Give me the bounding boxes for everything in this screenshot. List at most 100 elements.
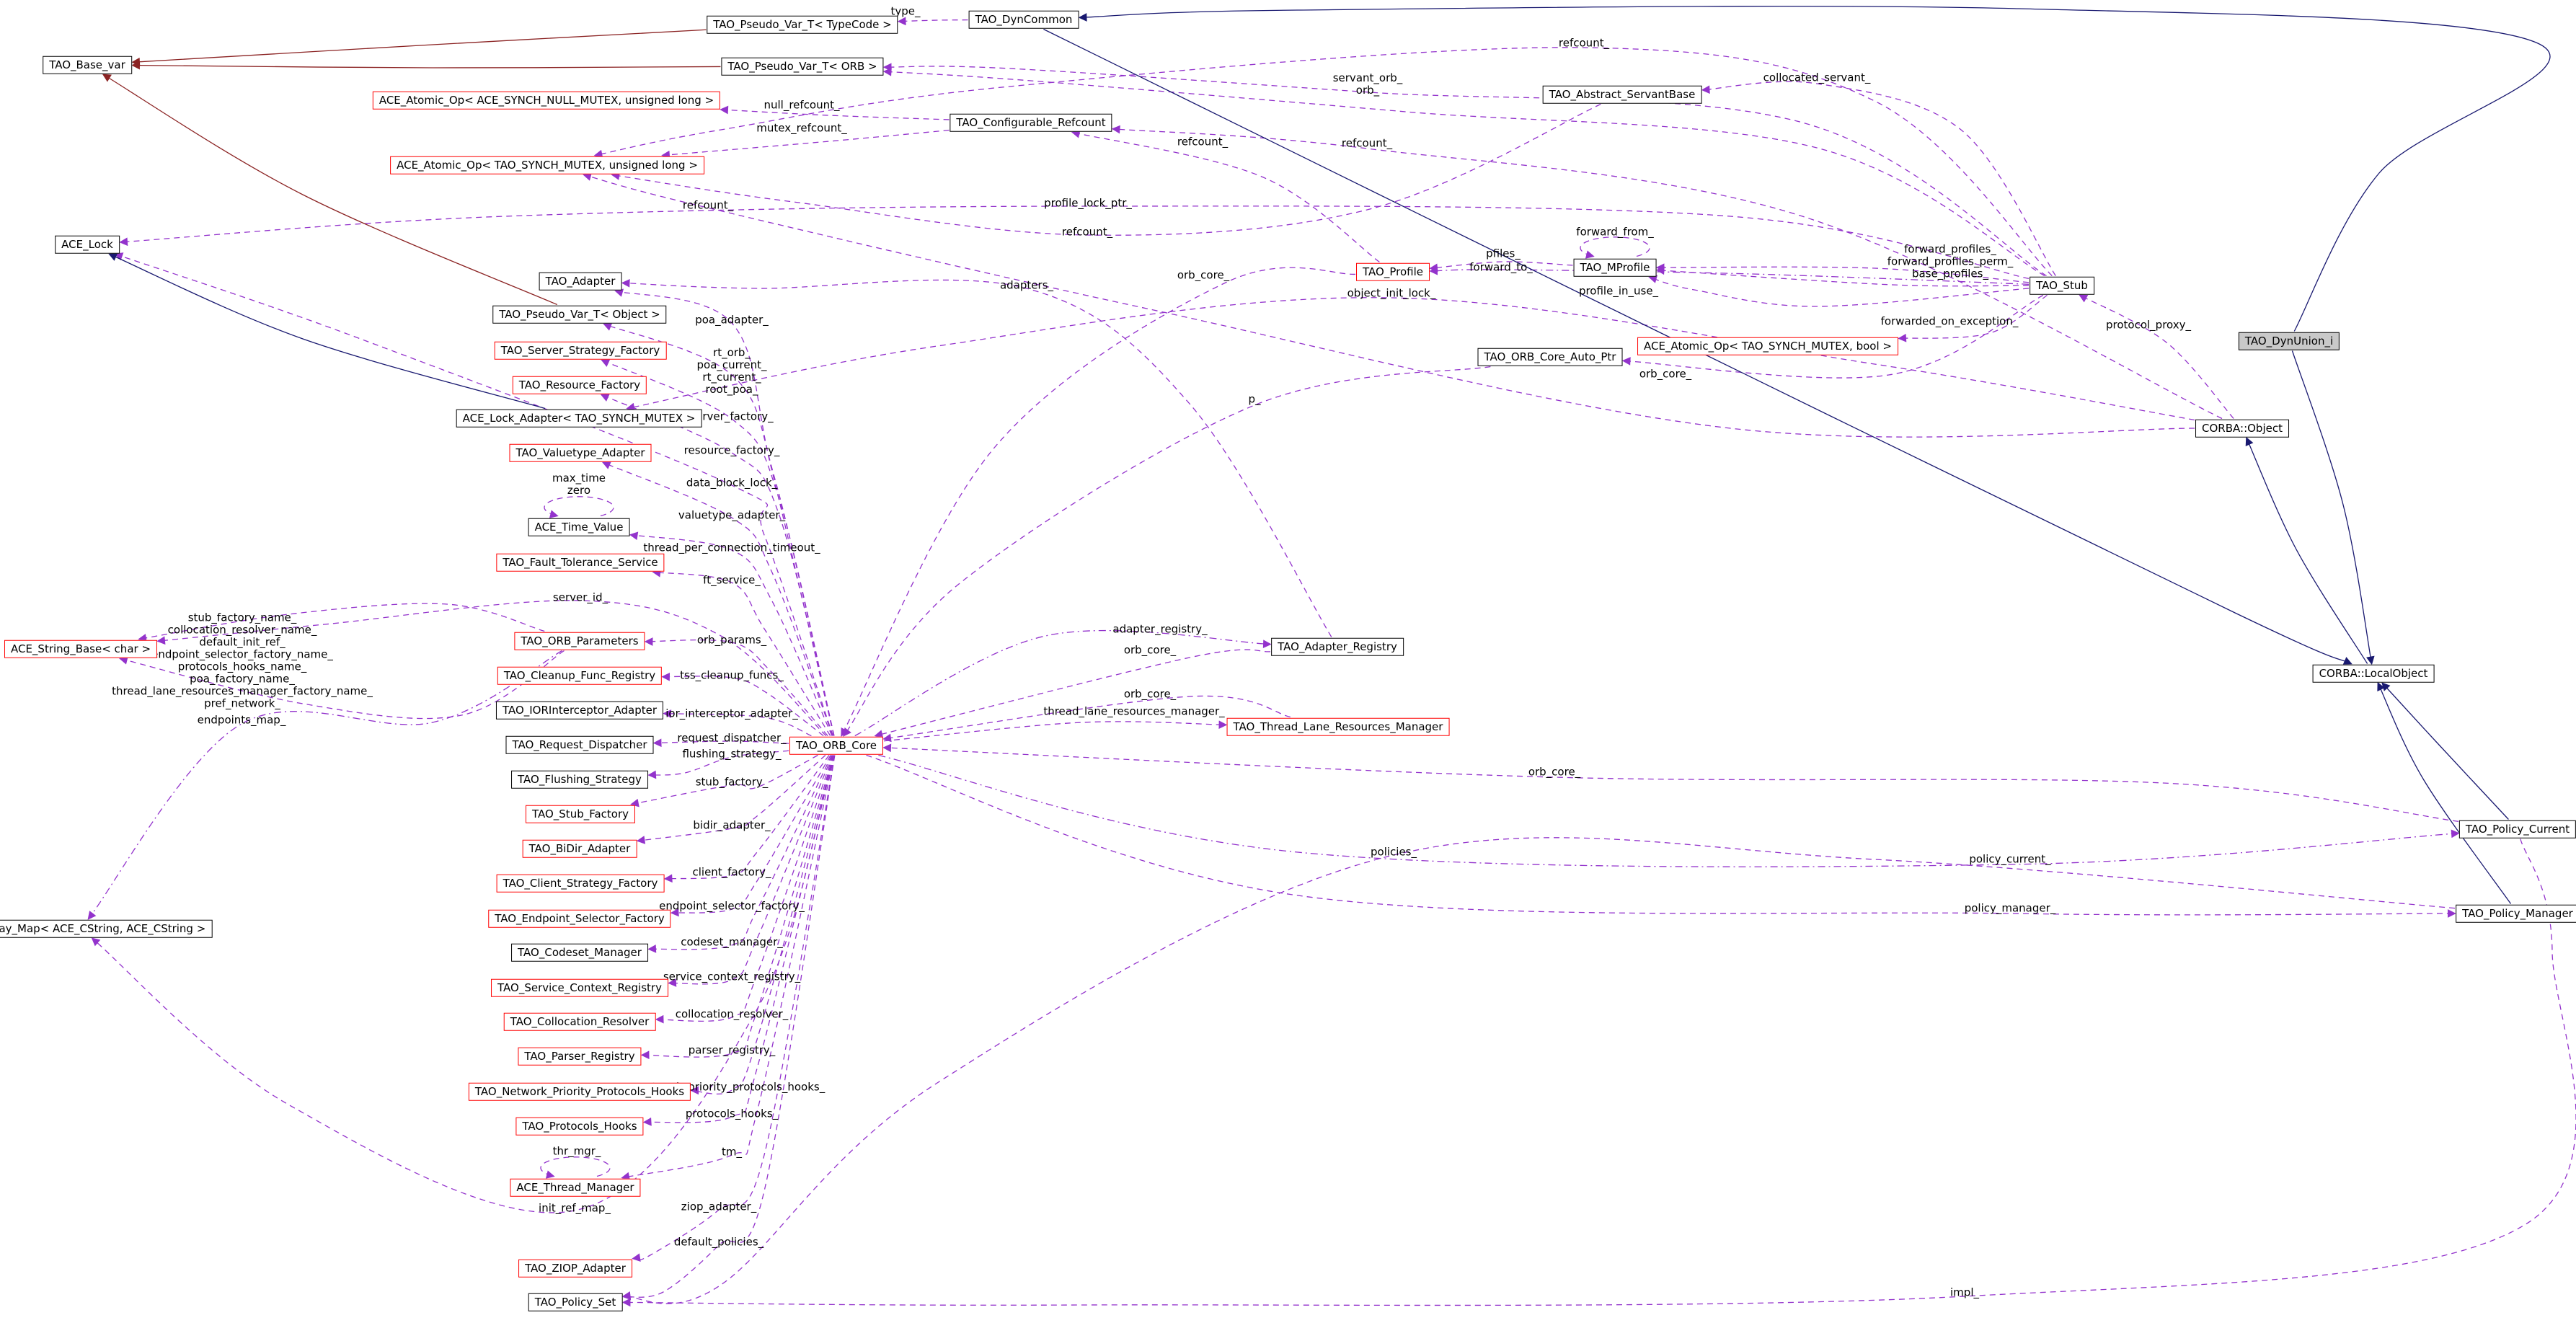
edge-adapter_registry-orb_core: [875, 650, 1270, 735]
edge-label-client_factory_: client_factory_: [692, 867, 771, 879]
edge-label-orb_core_: orb_core_: [1124, 689, 1176, 701]
edge-label-null_refcount_: null_refcount_: [763, 99, 839, 112]
node-mprofile[interactable]: TAO_MProfile: [1574, 259, 1657, 277]
node-resource_factory[interactable]: TAO_Resource_Factory: [513, 376, 647, 394]
edge-dyncommon-pv_typecode: [899, 20, 968, 22]
node-atomic_ul[interactable]: ACE_Atomic_Op< TAO_SYNCH_MUTEX, unsigned…: [390, 156, 704, 174]
node-codeset[interactable]: TAO_Codeset_Manager: [511, 944, 648, 962]
node-array_map[interactable]: ACE_Array_Map< ACE_CString, ACE_CString …: [0, 920, 212, 938]
edge-orb_core-valuetype_adapter: [603, 463, 833, 736]
edge-orb_core-cleanup_func: [663, 676, 823, 736]
node-net_prio[interactable]: TAO_Network_Priority_Protocols_Hooks: [469, 1083, 691, 1101]
edge-label-orb_core_: orb_core_: [1528, 766, 1580, 779]
self-loop-thread_mgr: [541, 1157, 610, 1177]
edge-policy_current-local_object: [2382, 683, 2508, 820]
edge-orb_core-tlrm: [884, 722, 1226, 741]
edge-label-protocol_proxy_: protocol_proxy_: [2106, 319, 2191, 332]
node-client_strategy[interactable]: TAO_Client_Strategy_Factory: [497, 875, 665, 893]
node-server_strategy[interactable]: TAO_Server_Strategy_Factory: [495, 342, 667, 360]
node-colloc_resolver[interactable]: TAO_Collocation_Resolver: [504, 1013, 656, 1031]
node-req_dispatcher[interactable]: TAO_Request_Dispatcher: [505, 736, 653, 754]
edge-label-policy_current_: policy_current_: [1969, 854, 2050, 866]
node-proto_hooks[interactable]: TAO_Protocols_Hooks: [515, 1118, 643, 1136]
edge-label-refcount_: refcount_: [1559, 37, 1609, 50]
edge-dynunion-dyncommon: [1080, 6, 2550, 332]
edge-label-resource_factory_: resource_factory_: [684, 445, 780, 457]
node-abstract_servant[interactable]: TAO_Abstract_ServantBase: [1543, 86, 1702, 104]
node-pv_object[interactable]: TAO_Pseudo_Var_T< Object >: [492, 306, 666, 324]
node-policy_current[interactable]: TAO_Policy_Current: [2459, 820, 2576, 839]
node-endpoint_sel[interactable]: TAO_Endpoint_Selector_Factory: [488, 910, 670, 928]
edge-label-refcount_: refcount_: [683, 200, 733, 212]
edge-pv_orb-tao_base_var: [133, 66, 721, 68]
node-thread_mgr[interactable]: ACE_Thread_Manager: [510, 1179, 640, 1197]
edge-label-parser_registry_: parser_registry_: [689, 1045, 776, 1057]
edge-label-orb_core_: orb_core_: [1639, 368, 1691, 381]
node-corba_object[interactable]: CORBA::Object: [2195, 420, 2289, 438]
node-local_object[interactable]: CORBA::LocalObject: [2313, 665, 2435, 683]
edge-label-collocated_servant_: collocated_servant_: [1763, 72, 1871, 84]
node-orb_params[interactable]: TAO_ORB_Parameters: [514, 632, 645, 650]
edge-policy_current-policy_set: [624, 839, 2576, 1306]
node-policy_manager[interactable]: TAO_Policy_Manager: [2456, 905, 2576, 923]
node-policy_set[interactable]: TAO_Policy_Set: [528, 1293, 623, 1311]
node-profile[interactable]: TAO_Profile: [1356, 263, 1430, 281]
edge-label-ior_interceptor_adapter_: ior_interceptor_adapter_: [665, 708, 798, 720]
edge-label-server_id_: server_id_: [553, 592, 608, 604]
node-valuetype_adapter[interactable]: TAO_Valuetype_Adapter: [509, 444, 651, 462]
node-dyncommon[interactable]: TAO_DynCommon: [969, 11, 1079, 29]
edge-label-refcount_: refcount_: [1342, 138, 1392, 150]
edge-label-collocation_resolver_: collocation_resolver_: [676, 1009, 789, 1021]
node-ziop[interactable]: TAO_ZIOP_Adapter: [518, 1260, 632, 1278]
edge-label-refcount_: refcount_: [1177, 136, 1228, 149]
edge-policy_manager-policy_set: [624, 838, 2456, 1304]
edge-policy_current-orb_core: [884, 748, 2458, 821]
node-orb_core_auto_ptr[interactable]: TAO_ORB_Core_Auto_Ptr: [1478, 348, 1623, 366]
edge-corba_object-atomic_ul: [584, 175, 2195, 438]
node-tlrm[interactable]: TAO_Thread_Lane_Resources_Manager: [1227, 718, 1450, 736]
node-atomic_null[interactable]: ACE_Atomic_Op< ACE_SYNCH_NULL_MUTEX, uns…: [373, 92, 720, 110]
node-lock_adapter[interactable]: ACE_Lock_Adapter< TAO_SYNCH_MUTEX >: [456, 410, 702, 428]
loop-label-thr_mgr_: thr_mgr_: [553, 1146, 601, 1158]
node-orb_core[interactable]: TAO_ORB_Core: [789, 737, 883, 755]
node-parser_reg[interactable]: TAO_Parser_Registry: [518, 1048, 641, 1066]
node-flushing[interactable]: TAO_Flushing_Strategy: [511, 771, 648, 789]
edge-label-forwarded_on_exception_: forwarded_on_exception_: [1881, 316, 2019, 328]
edge-label-orb_core_: orb_core_: [1124, 645, 1176, 657]
loop-label-max_time: max_time zero: [552, 472, 606, 497]
edge-label-flushing_strategy_: flushing_strategy_: [682, 748, 781, 761]
edge-label-forward_to_: forward_to_: [1469, 262, 1533, 274]
edge-orb_core_auto_ptr-orb_core: [844, 367, 1490, 736]
node-adapter_registry[interactable]: TAO_Adapter_Registry: [1271, 638, 1404, 656]
edge-label-profile_lock_ptr_: profile_lock_ptr_: [1044, 198, 1132, 210]
node-ft_service[interactable]: TAO_Fault_Tolerance_Service: [496, 554, 664, 572]
edge-label-orb_core_: orb_core_: [1177, 270, 1229, 282]
node-stub[interactable]: TAO_Stub: [2030, 277, 2094, 295]
node-atomic_bool[interactable]: ACE_Atomic_Op< TAO_SYNCH_MUTEX, bool >: [1637, 337, 1898, 355]
node-config_refcount[interactable]: TAO_Configurable_Refcount: [950, 114, 1112, 132]
node-dynunion[interactable]: TAO_DynUnion_i: [2239, 332, 2340, 350]
node-cleanup_func[interactable]: TAO_Cleanup_Func_Registry: [497, 667, 662, 685]
node-ace_lock[interactable]: ACE_Lock: [55, 236, 120, 254]
edge-label-default_policies_: default_policies_: [674, 1236, 763, 1249]
node-ior_adapter[interactable]: TAO_IORInterceptor_Adapter: [496, 702, 663, 720]
node-time_value[interactable]: ACE_Time_Value: [528, 518, 630, 536]
node-string_base[interactable]: ACE_String_Base< char >: [4, 640, 157, 658]
node-pv_typecode[interactable]: TAO_Pseudo_Var_T< TypeCode >: [707, 16, 898, 34]
edge-label-pfiles_: pfiles_: [1486, 248, 1521, 260]
edge-label-protocols_hooks_: protocols_hooks_: [686, 1108, 778, 1120]
edge-stub-mprofile: [1650, 278, 2029, 307]
node-adapter[interactable]: TAO_Adapter: [539, 273, 622, 291]
edge-label-ft_service_: ft_service_: [703, 575, 761, 587]
node-stub_factory[interactable]: TAO_Stub_Factory: [526, 805, 635, 823]
edge-orb_core-orb_params: [646, 640, 828, 736]
edge-label-stub_factory_name_: stub_factory_name_ collocation_resolver_…: [112, 611, 373, 709]
node-bidir[interactable]: TAO_BiDir_Adapter: [523, 840, 637, 858]
node-svc_ctx_reg[interactable]: TAO_Service_Context_Registry: [491, 979, 668, 997]
edge-label-adapters_: adapters_: [1000, 280, 1053, 292]
node-pv_orb[interactable]: TAO_Pseudo_Var_T< ORB >: [721, 58, 883, 76]
edge-label-orb_params_: orb_params_: [697, 634, 766, 647]
edge-lock_adapter-ace_lock: [110, 255, 545, 409]
edge-label-bidir_adapter_: bidir_adapter_: [693, 820, 770, 832]
node-tao_base_var[interactable]: TAO_Base_var: [43, 56, 132, 74]
